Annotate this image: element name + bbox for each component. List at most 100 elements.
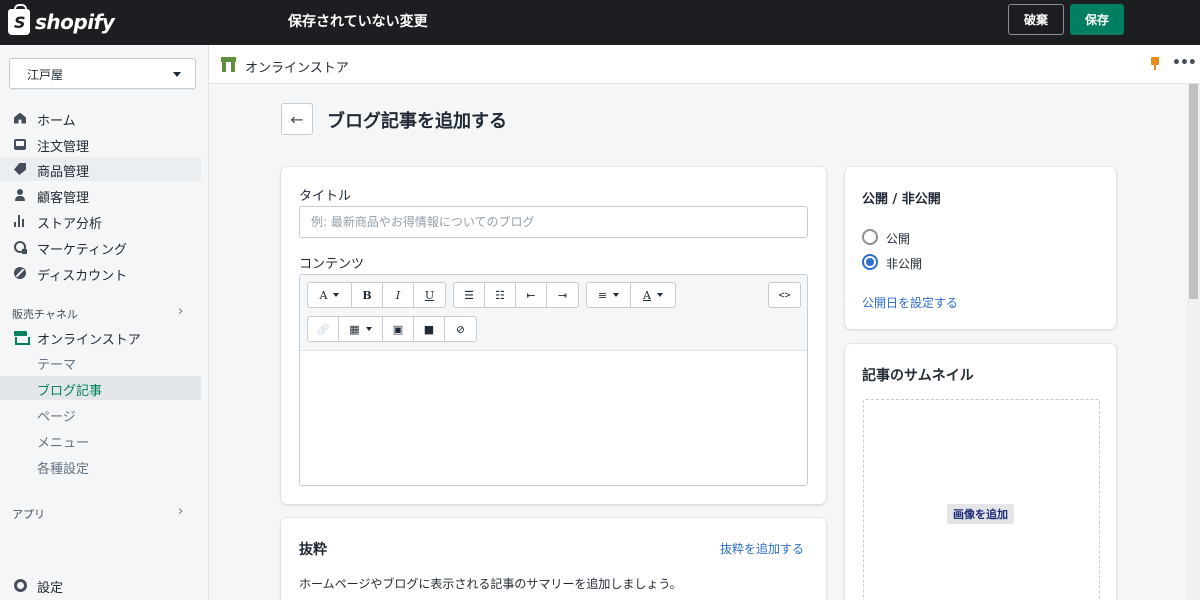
- visible-label: 公開: [886, 232, 911, 246]
- sidebar-item-label: ディスカウント: [37, 269, 128, 284]
- sidebar-item-customers[interactable]: 顧客管理: [0, 183, 201, 207]
- align-left-icon: ≡: [597, 288, 608, 302]
- brand-name: shopify: [35, 10, 115, 34]
- sidebar-item-label: マーケティング: [37, 243, 127, 258]
- sidebar-item-marketing[interactable]: マーケティング: [0, 235, 201, 259]
- add-excerpt-link[interactable]: 抜粋を追加する: [720, 540, 804, 557]
- target-icon: [13, 240, 27, 254]
- chevron-right-icon[interactable]: ›: [178, 504, 183, 519]
- font-dropdown[interactable]: A: [308, 283, 352, 307]
- scrollbar-thumb[interactable]: [1189, 84, 1198, 299]
- insert-video-button[interactable]: ■: [414, 317, 445, 341]
- sidebar-subitem-preferences[interactable]: 各種設定: [0, 454, 201, 478]
- sidebar-item-analytics[interactable]: ストア分析: [0, 209, 201, 233]
- sidebar-subitem-label: 各種設定: [37, 462, 90, 477]
- content-label: コンテンツ: [299, 257, 365, 272]
- sidebar-item-label: 商品管理: [37, 165, 90, 180]
- insert-image-button[interactable]: ▣: [383, 317, 414, 341]
- sidebar-subitem-label: ブログ記事: [37, 384, 103, 399]
- sidebar-item-online-store[interactable]: オンラインストア: [0, 325, 201, 349]
- table-dropdown[interactable]: ▦: [339, 317, 383, 341]
- set-publish-date-link[interactable]: 公開日を設定する: [862, 294, 958, 311]
- italic-button[interactable]: I: [383, 283, 414, 307]
- sidebar-subitem-navigation[interactable]: メニュー: [0, 428, 201, 452]
- home-icon: [13, 111, 27, 125]
- image-dropzone[interactable]: 画像を追加: [863, 399, 1100, 600]
- sidebar-subitem-label: メニュー: [37, 436, 90, 451]
- gear-icon: [13, 578, 27, 592]
- sidebar-item-products[interactable]: 商品管理: [0, 157, 201, 181]
- visibility-card: 公開 / 非公開 公開 非公開 公開日を設定する: [845, 167, 1116, 329]
- sidebar-subitem-pages[interactable]: ページ: [0, 402, 201, 426]
- channel-title: オンラインストア: [245, 61, 349, 76]
- link-button[interactable]: 🔗︎: [308, 317, 339, 341]
- clear-format-button[interactable]: ⊘: [445, 317, 476, 341]
- title-label: タイトル: [299, 189, 352, 204]
- tag-icon: [13, 162, 27, 176]
- sidebar-item-label: オンラインストア: [37, 333, 141, 348]
- bullet-list-button[interactable]: ☰: [454, 283, 485, 307]
- clear-format-icon: ⊘: [455, 322, 466, 336]
- numbered-list-icon: ☷: [495, 288, 505, 302]
- sidebar: 江戸屋 ホーム 注文管理 商品管理 顧客管理 ストア分析 マーケティング ディス…: [0, 45, 209, 600]
- hidden-label: 非公開: [886, 257, 923, 271]
- shopify-logo[interactable]: S shopify: [8, 4, 115, 35]
- sidebar-item-orders[interactable]: 注文管理: [0, 132, 201, 156]
- rich-text-editor[interactable]: A B I U ☰ ☷ ⇤ ⇥ ≡ A <> 🔗︎ ▦ ▣ ■ ⊘: [299, 274, 808, 486]
- sidebar-item-discounts[interactable]: ディスカウント: [0, 261, 201, 285]
- title-input[interactable]: [299, 206, 808, 238]
- visible-radio[interactable]: [862, 229, 878, 245]
- apps-heading[interactable]: アプリ: [12, 506, 45, 522]
- outdent-button[interactable]: ⇤: [516, 283, 547, 307]
- discard-button[interactable]: 破棄: [1008, 4, 1064, 35]
- save-button[interactable]: 保存: [1070, 4, 1124, 35]
- page-title: ブログ記事を追加する: [327, 111, 507, 132]
- back-button[interactable]: ←: [281, 103, 313, 135]
- sales-channels-heading: 販売チャネル: [12, 308, 78, 321]
- caret-down-icon: [173, 72, 181, 77]
- excerpt-heading: 抜粋: [299, 542, 327, 558]
- excerpt-card: 抜粋 抜粋を追加する ホームページやブログに表示される記事のサマリーを追加しまし…: [281, 518, 826, 600]
- thumbnail-card: 記事のサムネイル 画像を追加: [845, 344, 1116, 600]
- editor-toolbar: A B I U ☰ ☷ ⇤ ⇥ ≡ A <> 🔗︎ ▦ ▣ ■ ⊘: [300, 275, 807, 351]
- hidden-radio[interactable]: [862, 254, 878, 270]
- indent-button[interactable]: ⇥: [547, 283, 578, 307]
- add-image-button[interactable]: 画像を追加: [947, 504, 1014, 524]
- shopping-bag-icon: S: [8, 4, 30, 35]
- align-color-group: ≡ A: [586, 282, 676, 308]
- online-store-icon: [221, 57, 236, 72]
- sidebar-item-label: 注文管理: [37, 140, 90, 155]
- sidebar-subitem-label: テーマ: [37, 358, 77, 373]
- sidebar-subitem-blog-posts[interactable]: ブログ記事: [0, 376, 201, 400]
- text-format-group: A B I U: [307, 282, 446, 308]
- list-group: ☰ ☷ ⇤ ⇥: [453, 282, 579, 308]
- more-options-icon[interactable]: •••: [1172, 55, 1197, 71]
- scrollbar[interactable]: [1187, 84, 1200, 600]
- arrow-left-icon: ←: [290, 109, 304, 129]
- store-name: 江戸屋: [27, 68, 64, 82]
- sidebar-item-settings[interactable]: 設定: [0, 573, 201, 597]
- text-color-dropdown[interactable]: A: [631, 283, 675, 307]
- italic-icon: I: [395, 288, 401, 302]
- discount-icon: [13, 266, 27, 280]
- sidebar-subitem-themes[interactable]: テーマ: [0, 350, 201, 374]
- code-icon: <>: [778, 289, 791, 301]
- pin-icon[interactable]: [1150, 57, 1160, 71]
- html-button[interactable]: <>: [769, 283, 800, 307]
- store-selector[interactable]: 江戸屋: [9, 58, 196, 89]
- editor-content-area[interactable]: [300, 352, 807, 485]
- sidebar-item-label: 顧客管理: [37, 191, 90, 206]
- align-dropdown[interactable]: ≡: [587, 283, 631, 307]
- image-icon: ▣: [392, 322, 404, 336]
- post-content-card: タイトル コンテンツ A B I U ☰ ☷ ⇤ ⇥ ≡ A <>: [281, 167, 826, 504]
- sidebar-item-label: ホーム: [37, 114, 76, 129]
- top-bar: S shopify 保存されていない変更 破棄 保存: [0, 0, 1200, 45]
- bar-chart-icon: [13, 214, 27, 228]
- chevron-right-icon[interactable]: ›: [178, 304, 183, 319]
- link-icon: 🔗︎: [316, 322, 330, 336]
- bold-button[interactable]: B: [352, 283, 383, 307]
- underline-button[interactable]: U: [414, 283, 445, 307]
- bullet-list-icon: ☰: [464, 288, 474, 302]
- sidebar-item-home[interactable]: ホーム: [0, 106, 201, 130]
- numbered-list-button[interactable]: ☷: [485, 283, 516, 307]
